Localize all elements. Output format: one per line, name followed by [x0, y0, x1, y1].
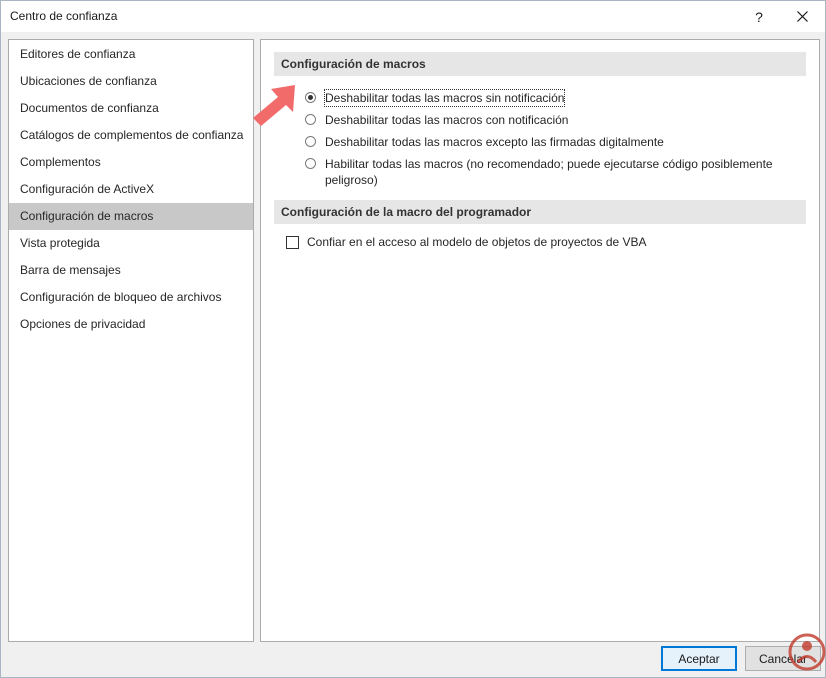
close-button[interactable] [781, 1, 823, 32]
sidebar-item-file-block-settings[interactable]: Configuración de bloqueo de archivos [9, 284, 253, 311]
developer-macro-settings-header: Configuración de la macro del programado… [274, 200, 806, 224]
macro-option-disable-except-signed[interactable]: Deshabilitar todas las macros excepto la… [305, 134, 664, 150]
brand-logo-icon [788, 633, 826, 671]
title-bar: Centro de confianza ? [1, 1, 825, 32]
radio-button[interactable] [305, 114, 316, 125]
sidebar-item-privacy-options[interactable]: Opciones de privacidad [9, 311, 253, 338]
settings-panel: Configuración de macros Deshabilitar tod… [260, 39, 820, 642]
radio-button-checked[interactable] [305, 92, 316, 103]
macro-option-disable-with-notification[interactable]: Deshabilitar todas las macros con notifi… [305, 112, 568, 128]
sidebar-item-activex-settings[interactable]: Configuración de ActiveX [9, 176, 253, 203]
pointer-arrow-icon [253, 85, 295, 126]
radio-label: Deshabilitar todas las macros sin notifi… [323, 89, 566, 107]
sidebar-item-trusted-locations[interactable]: Ubicaciones de confianza [9, 68, 253, 95]
window-title: Centro de confianza [10, 9, 118, 23]
sidebar-item-addins[interactable]: Complementos [9, 149, 253, 176]
vba-access-label: Confiar en el acceso al modelo de objeto… [307, 235, 647, 249]
close-icon [796, 11, 808, 22]
vba-access-checkbox[interactable] [286, 235, 299, 249]
category-sidebar: Editores de confianza Ubicaciones de con… [8, 39, 254, 642]
vba-access-option[interactable]: Confiar en el acceso al modelo de objeto… [286, 234, 647, 250]
radio-label: Deshabilitar todas las macros con notifi… [325, 113, 569, 127]
sidebar-item-trusted-documents[interactable]: Documentos de confianza [9, 95, 253, 122]
radio-label: Deshabilitar todas las macros excepto la… [325, 135, 664, 149]
sidebar-item-message-bar[interactable]: Barra de mensajes [9, 257, 253, 284]
help-button[interactable]: ? [738, 1, 780, 32]
sidebar-item-macro-settings[interactable]: Configuración de macros [9, 203, 253, 230]
radio-label: Habilitar todas las macros (no recomenda… [325, 157, 773, 187]
trust-center-dialog: Centro de confianza ? Editores de confia… [0, 0, 826, 678]
macro-option-enable-all[interactable]: Habilitar todas las macros (no recomenda… [305, 156, 805, 188]
sidebar-item-protected-view[interactable]: Vista protegida [9, 230, 253, 257]
macro-option-disable-no-notification[interactable]: Deshabilitar todas las macros sin notifi… [305, 89, 566, 107]
radio-button[interactable] [305, 136, 316, 147]
accept-button[interactable]: Aceptar [661, 646, 737, 671]
radio-button[interactable] [305, 158, 316, 169]
macro-settings-header: Configuración de macros [274, 52, 806, 76]
sidebar-item-trusted-publishers[interactable]: Editores de confianza [9, 41, 253, 68]
sidebar-item-trusted-addin-catalogs[interactable]: Catálogos de complementos de confianza [9, 122, 253, 149]
